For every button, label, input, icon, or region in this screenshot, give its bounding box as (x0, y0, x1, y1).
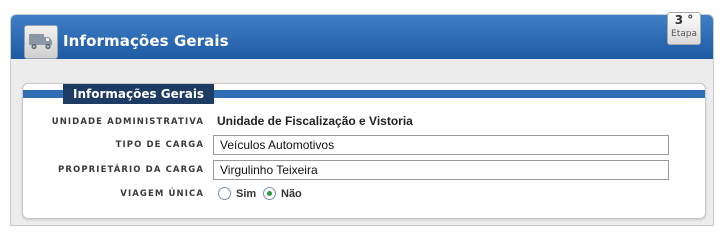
radio-nao[interactable] (263, 187, 276, 200)
tipo-carga-label: TIPO DE CARGA (115, 140, 204, 150)
page-title: Informações Gerais (63, 32, 229, 50)
step-number: 3 ° (674, 13, 694, 27)
unidade-value: Unidade de Fiscalização e Vistoria (217, 114, 413, 128)
panel-header: Informações Gerais (11, 15, 713, 59)
step-badge: 3 ° Etapa (667, 12, 701, 45)
unidade-label: UNIDADE ADMINISTRATIVA (51, 117, 204, 127)
tipo-carga-input[interactable] (213, 135, 669, 155)
step-label: Etapa (671, 29, 697, 39)
viagem-unica-label: VIAGEM ÚNICA (120, 189, 204, 199)
truck-icon (24, 25, 58, 59)
section-title: Informações Gerais (63, 84, 215, 104)
radio-sim-label[interactable]: Sim (236, 188, 256, 200)
proprietario-input[interactable] (213, 160, 669, 180)
radio-sim[interactable] (218, 187, 231, 200)
radio-nao-label[interactable]: Não (281, 188, 302, 200)
proprietario-label: PROPRIETÁRIO DA CARGA (58, 165, 204, 175)
